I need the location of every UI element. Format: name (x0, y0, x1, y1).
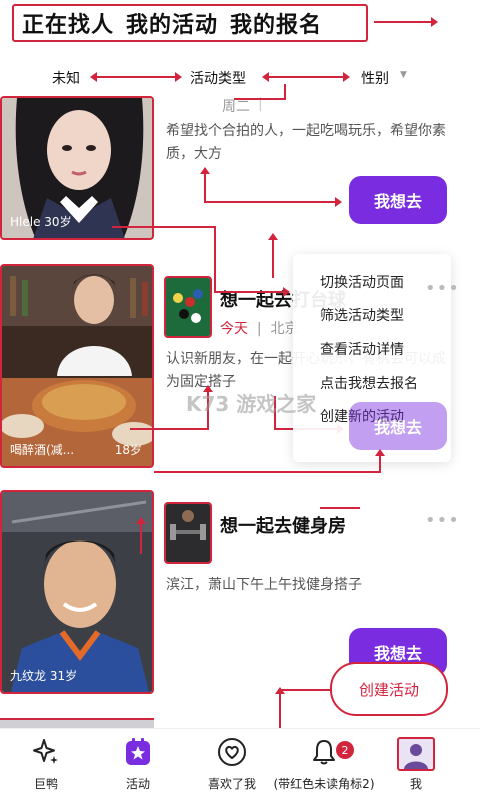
annotation-line (234, 98, 284, 100)
nav-item-notifications[interactable]: 2 (带红色未读角标2) (270, 737, 378, 792)
filter-unknown[interactable]: 未知 (52, 68, 80, 88)
profile-name: 喝醉酒(减... (10, 443, 75, 457)
menu-item-view-details[interactable]: 查看活动详情 (320, 339, 404, 359)
annotation-line (154, 471, 381, 473)
heart-icon (218, 738, 246, 766)
annotation-line (320, 507, 360, 509)
person-portrait (2, 492, 152, 692)
annotation-line (214, 226, 216, 292)
profile-photo[interactable]: 九纹龙 31岁 (0, 490, 154, 694)
activity-thumbnail[interactable] (164, 502, 212, 564)
activity-thumbnail[interactable] (164, 276, 212, 338)
gym-image (166, 504, 210, 562)
annotation-line (284, 84, 286, 100)
more-dots-icon[interactable]: ••• (425, 510, 460, 531)
annotation-arrow (268, 233, 278, 278)
nav-item-activity[interactable]: 活动 (118, 737, 158, 792)
profile-age: 18岁 (114, 443, 142, 457)
nav-item-juya[interactable]: 巨鸭 (26, 737, 66, 792)
annotation-arrow (275, 687, 285, 730)
nav-item-me[interactable]: 我 (396, 737, 436, 792)
bottom-navigation: 巨鸭 活动 喜欢了我 2 (带红色未读角标2) 我 (0, 728, 480, 805)
sparkle-icon (33, 739, 58, 764)
annotation-line (112, 226, 216, 228)
profile-name-age: 九纹龙 31岁 (10, 669, 78, 683)
activity-title[interactable]: 想一起去健身房 (220, 512, 346, 538)
filter-gender[interactable]: 性别 (361, 68, 389, 88)
annotation-line (130, 428, 208, 430)
person-portrait (2, 266, 152, 466)
tab-my-activities[interactable]: 我的活动 (126, 7, 218, 39)
create-activity-button[interactable]: 创建活动 (330, 662, 448, 716)
annotation-arrow (262, 72, 350, 82)
filter-activity-type[interactable]: 活动类型 (190, 68, 246, 88)
profile-photo[interactable]: 喝醉酒(减... 18岁 (0, 264, 154, 468)
activity-meta: 今天 | 北京 (220, 321, 299, 337)
want-to-go-button[interactable]: 我想去 (349, 176, 447, 224)
menu-item-filter-type[interactable]: 筛选活动类型 (320, 305, 404, 325)
activity-star-icon (126, 738, 150, 765)
annotation-arrow (375, 449, 385, 472)
menu-item-signup[interactable]: 点击我想去报名 (320, 373, 418, 393)
annotation-arrow (90, 72, 182, 82)
profile-photo[interactable] (0, 718, 154, 728)
annotation-arrow (204, 197, 342, 207)
tab-my-signups[interactable]: 我的报名 (230, 7, 322, 39)
avatar-icon (397, 737, 435, 771)
activity-description: 滨江，萧山下午上午找健身搭子 (166, 577, 362, 593)
activity-description: 希望找个合拍的人，一起吃喝玩乐，希望你素质，大方 (166, 123, 446, 162)
more-dots-icon[interactable]: ••• (425, 278, 460, 299)
unread-badge: 2 (336, 741, 354, 759)
top-tab-bar: 正在找人 我的活动 我的报名 (12, 4, 368, 42)
profile-photo[interactable]: Hlele 30岁 (0, 96, 154, 240)
want-to-go-button[interactable]: 我想去 (349, 402, 447, 450)
billiards-image (166, 278, 210, 336)
bell-icon (313, 740, 335, 765)
annotation-arrow (374, 17, 438, 27)
annotation-arrow (136, 517, 146, 554)
annotation-arrow (200, 167, 210, 202)
annotation-arrow (214, 287, 290, 297)
nav-item-liked-me[interactable]: 喜欢了我 (202, 737, 262, 792)
tab-looking-for-people[interactable]: 正在找人 (22, 7, 114, 39)
menu-item-switch-page[interactable]: 切换活动页面 (320, 272, 404, 292)
profile-name-age: Hlele 30岁 (10, 215, 72, 229)
watermark: K73 游戏之家 (186, 392, 317, 416)
annotation-line (279, 689, 331, 691)
chevron-down-icon: ▼ (400, 70, 407, 80)
